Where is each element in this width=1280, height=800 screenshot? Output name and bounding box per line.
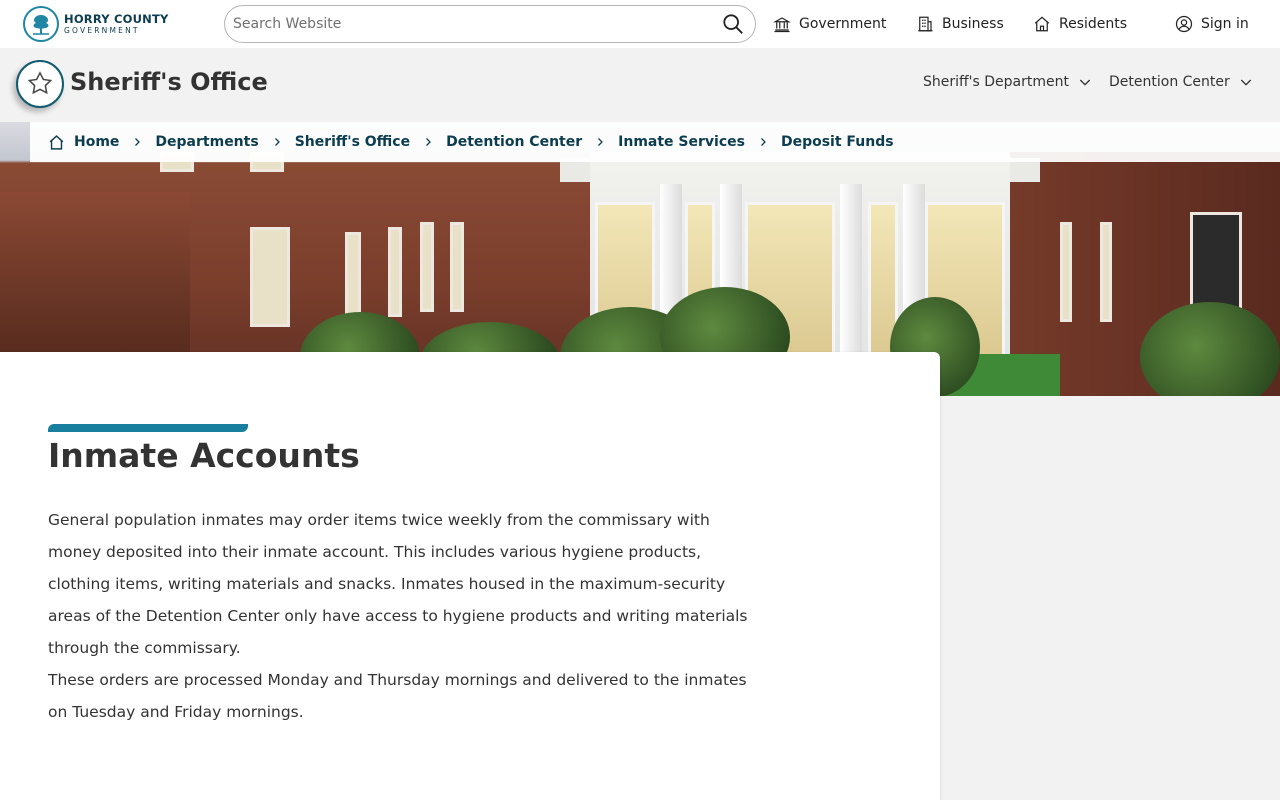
- chevron-right-icon: [131, 136, 143, 148]
- chevron-right-icon: [594, 136, 606, 148]
- office-building-icon: [918, 16, 933, 32]
- search-input[interactable]: [233, 13, 713, 35]
- department-header: Sheriff's Office Sheriff's Department De…: [0, 48, 1280, 122]
- breadcrumb-inmate-services[interactable]: Inmate Services: [618, 134, 745, 150]
- breadcrumb-departments[interactable]: Departments: [155, 134, 258, 150]
- nav-business-label: Business: [942, 16, 1004, 32]
- tree-logo-icon: [23, 6, 59, 42]
- dept-nav-sheriffs-department[interactable]: Sheriff's Department: [923, 74, 1093, 90]
- breadcrumb-sheriffs-office[interactable]: Sheriff's Office: [295, 134, 410, 150]
- nav-residents-label: Residents: [1059, 16, 1128, 32]
- sheriff-badge[interactable]: [16, 60, 64, 108]
- chevron-down-icon: [1079, 79, 1091, 86]
- sign-in-link[interactable]: Sign in: [1175, 12, 1249, 36]
- chevron-right-icon: [757, 136, 769, 148]
- breadcrumb-home[interactable]: Home: [74, 134, 119, 150]
- content-body: General population inmates may order ite…: [48, 504, 748, 728]
- breadcrumb-deposit-funds[interactable]: Deposit Funds: [781, 134, 894, 150]
- user-circle-icon: [1175, 15, 1193, 33]
- home-icon[interactable]: [48, 134, 65, 151]
- logo-title: HORRY COUNTY: [64, 11, 169, 26]
- logo-subtitle: GOVERNMENT: [64, 26, 140, 35]
- dept-nav-detention-center[interactable]: Detention Center: [1109, 74, 1254, 90]
- dept-nav-detention-center-label: Detention Center: [1109, 74, 1230, 90]
- paragraph-commissary: General population inmates may order ite…: [48, 511, 748, 657]
- sign-in-label: Sign in: [1201, 16, 1249, 32]
- chevron-right-icon: [422, 136, 434, 148]
- building-columns-icon: [773, 17, 791, 33]
- nav-government-label: Government: [799, 16, 887, 32]
- nav-government[interactable]: Government: [773, 12, 886, 36]
- house-icon: [1034, 16, 1050, 32]
- content-card: Inmate Accounts General population inmat…: [0, 352, 940, 800]
- breadcrumb-detention-center[interactable]: Detention Center: [446, 134, 582, 150]
- horry-county-logo[interactable]: HORRY COUNTY GOVERNMENT: [23, 6, 169, 42]
- search-button[interactable]: [721, 12, 745, 36]
- sheriff-star-icon: [27, 71, 53, 95]
- nav-business[interactable]: Business: [916, 12, 1004, 36]
- chevron-down-icon: [1240, 79, 1251, 86]
- title-accent-bar: [48, 424, 248, 432]
- search-icon: [723, 14, 743, 34]
- page-title: Inmate Accounts: [48, 436, 360, 475]
- breadcrumb: Home Departments Sheriff's Office Detent…: [30, 122, 1280, 162]
- paragraph-orders: These orders are processed Monday and Th…: [48, 671, 747, 721]
- department-title[interactable]: Sheriff's Office: [70, 68, 268, 96]
- search-box: [224, 5, 756, 43]
- chevron-right-icon: [271, 136, 283, 148]
- dept-nav-sheriffs-department-label: Sheriff's Department: [923, 74, 1069, 90]
- nav-residents[interactable]: Residents: [1033, 12, 1127, 36]
- top-bar: HORRY COUNTY GOVERNMENT Government Busin…: [0, 0, 1280, 48]
